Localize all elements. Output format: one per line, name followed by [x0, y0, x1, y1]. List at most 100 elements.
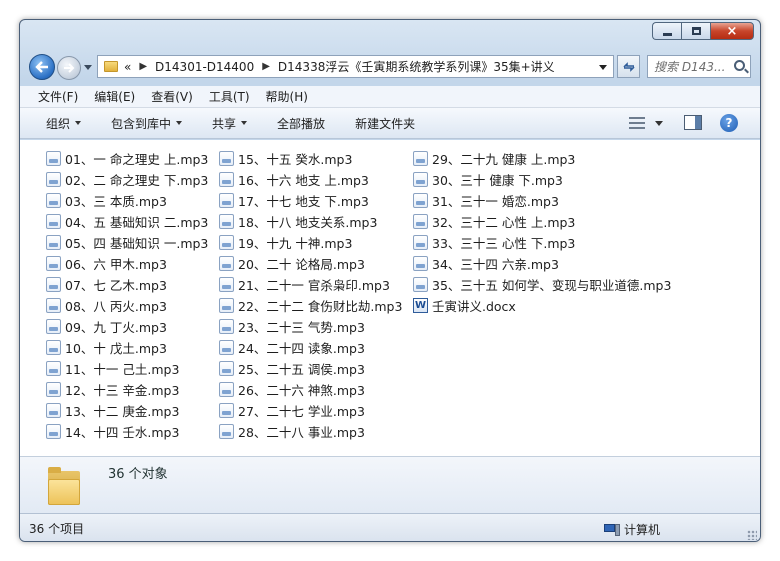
list-item[interactable]: 17、十七 地支 下.mp3: [219, 190, 402, 211]
explorer-window: × « ▶ D14301-D14400 ▶ D14338浮云《壬寅期系统教学系列…: [19, 19, 761, 542]
file-name: 19、十九 十神.mp3: [238, 236, 353, 251]
list-item[interactable]: 04、五 基础知识 二.mp3: [46, 211, 208, 232]
view-dropdown-icon[interactable]: [655, 121, 663, 126]
menu-edit[interactable]: 编辑(E): [94, 88, 135, 105]
list-item[interactable]: 30、三十 健康 下.mp3: [413, 169, 671, 190]
organize-button[interactable]: 组织: [46, 115, 82, 132]
search-icon[interactable]: [734, 60, 745, 71]
recent-pages-dropdown[interactable]: [84, 65, 92, 70]
list-item[interactable]: 26、二十六 神煞.mp3: [219, 379, 402, 400]
list-item[interactable]: 02、二 命之理史 下.mp3: [46, 169, 208, 190]
forward-button[interactable]: [57, 56, 81, 80]
list-item[interactable]: 32、三十二 心性 上.mp3: [413, 211, 671, 232]
list-item[interactable]: 24、二十四 读象.mp3: [219, 337, 402, 358]
list-item[interactable]: 05、四 基础知识 一.mp3: [46, 232, 208, 253]
share-button[interactable]: 共享: [212, 115, 248, 132]
audio-file-icon: [413, 151, 428, 166]
resize-grip-icon[interactable]: [747, 530, 757, 540]
list-item[interactable]: 27、二十七 学业.mp3: [219, 400, 402, 421]
file-name: 11、十一 己土.mp3: [65, 362, 180, 377]
list-item[interactable]: 15、十五 癸水.mp3: [219, 148, 402, 169]
list-item[interactable]: 16、十六 地支 上.mp3: [219, 169, 402, 190]
preview-pane-icon[interactable]: [684, 115, 702, 130]
back-button[interactable]: [29, 54, 55, 80]
audio-file-icon: [413, 256, 428, 271]
list-item[interactable]: 31、三十一 婚恋.mp3: [413, 190, 671, 211]
file-name: 30、三十 健康 下.mp3: [432, 173, 563, 188]
menu-help[interactable]: 帮助(H): [266, 88, 308, 105]
file-name: 08、八 丙火.mp3: [65, 299, 167, 314]
list-item[interactable]: 18、十八 地支关系.mp3: [219, 211, 402, 232]
list-item[interactable]: 13、十二 庚金.mp3: [46, 400, 208, 421]
file-name: 22、二十二 食伤财比劫.mp3: [238, 299, 403, 314]
file-name: 15、十五 癸水.mp3: [238, 152, 353, 167]
minimize-button[interactable]: [652, 22, 681, 40]
object-count: 36 个对象: [108, 467, 168, 482]
maximize-button[interactable]: [681, 22, 710, 40]
list-item[interactable]: 07、七 乙木.mp3: [46, 274, 208, 295]
file-name: 17、十七 地支 下.mp3: [238, 194, 369, 209]
list-item[interactable]: 10、十 戊土.mp3: [46, 337, 208, 358]
share-label: 共享: [212, 116, 237, 131]
list-item[interactable]: 08、八 丙火.mp3: [46, 295, 208, 316]
file-name: 10、十 戊土.mp3: [65, 341, 167, 356]
word-document-icon: W: [413, 298, 428, 313]
address-bar[interactable]: « ▶ D14301-D14400 ▶ D14338浮云《壬寅期系统教学系列课》…: [97, 55, 614, 78]
new-folder-button[interactable]: 新建文件夹: [355, 115, 415, 132]
audio-file-icon: [219, 361, 234, 376]
help-icon[interactable]: ?: [720, 114, 738, 132]
list-item[interactable]: 11、十一 己土.mp3: [46, 358, 208, 379]
chevron-down-icon: [241, 121, 248, 125]
play-all-button[interactable]: 全部播放: [277, 115, 325, 132]
list-item[interactable]: 23、二十三 气势.mp3: [219, 316, 402, 337]
file-name: 26、二十六 神煞.mp3: [238, 383, 365, 398]
minimize-icon: [662, 32, 672, 36]
breadcrumb-parent[interactable]: D14301-D14400: [155, 60, 254, 74]
include-library-button[interactable]: 包含到库中: [111, 115, 183, 132]
address-dropdown-icon[interactable]: [599, 65, 607, 70]
breadcrumb-current[interactable]: D14338浮云《壬寅期系统教学系列课》35集+讲义: [278, 58, 555, 75]
breadcrumb-separator-icon[interactable]: ▶: [139, 61, 147, 72]
audio-file-icon: [46, 193, 61, 208]
breadcrumb-overflow[interactable]: «: [124, 60, 131, 74]
list-item[interactable]: 33、三十三 心性 下.mp3: [413, 232, 671, 253]
audio-file-icon: [219, 424, 234, 439]
list-item[interactable]: 19、十九 十神.mp3: [219, 232, 402, 253]
menu-tools[interactable]: 工具(T): [209, 88, 250, 105]
audio-file-icon: [219, 214, 234, 229]
audio-file-icon: [46, 235, 61, 250]
list-item[interactable]: 06、六 甲木.mp3: [46, 253, 208, 274]
search-input[interactable]: 搜索 D143...: [647, 55, 751, 78]
list-item[interactable]: W 壬寅讲义.docx: [413, 295, 671, 316]
breadcrumb-separator-icon[interactable]: ▶: [262, 61, 270, 72]
file-name: 29、二十九 健康 上.mp3: [432, 152, 576, 167]
audio-file-icon: [46, 319, 61, 334]
list-item[interactable]: 09、九 丁火.mp3: [46, 316, 208, 337]
file-list: 01、一 命之理史 上.mp3 02、二 命之理史 下.mp3 03、三 本质.…: [20, 140, 760, 456]
refresh-button[interactable]: [617, 55, 640, 78]
menu-file[interactable]: 文件(F): [38, 88, 78, 105]
item-count: 36 个项目: [29, 522, 85, 536]
close-button[interactable]: ×: [710, 22, 754, 40]
audio-file-icon: [46, 361, 61, 376]
list-item[interactable]: 28、二十八 事业.mp3: [219, 421, 402, 442]
file-name: 12、十三 辛金.mp3: [65, 383, 180, 398]
list-item[interactable]: 35、三十五 如何学、变现与职业道德.mp3: [413, 274, 671, 295]
maximize-icon: [691, 27, 701, 35]
list-item[interactable]: 21、二十一 官杀枭印.mp3: [219, 274, 402, 295]
file-name: 09、九 丁火.mp3: [65, 320, 167, 335]
list-item[interactable]: 29、二十九 健康 上.mp3: [413, 148, 671, 169]
list-item[interactable]: 12、十三 辛金.mp3: [46, 379, 208, 400]
list-item[interactable]: 22、二十二 食伤财比劫.mp3: [219, 295, 402, 316]
menu-view[interactable]: 查看(V): [151, 88, 193, 105]
list-item[interactable]: 01、一 命之理史 上.mp3: [46, 148, 208, 169]
list-item[interactable]: 25、二十五 调侯.mp3: [219, 358, 402, 379]
list-item[interactable]: 34、三十四 六亲.mp3: [413, 253, 671, 274]
chevron-down-icon: [176, 121, 183, 125]
list-item[interactable]: 03、三 本质.mp3: [46, 190, 208, 211]
file-column-1: 01、一 命之理史 上.mp3 02、二 命之理史 下.mp3 03、三 本质.…: [46, 148, 208, 442]
view-options-icon[interactable]: [629, 117, 645, 129]
file-name: 27、二十七 学业.mp3: [238, 404, 365, 419]
list-item[interactable]: 20、二十 论格局.mp3: [219, 253, 402, 274]
list-item[interactable]: 14、十四 壬水.mp3: [46, 421, 208, 442]
